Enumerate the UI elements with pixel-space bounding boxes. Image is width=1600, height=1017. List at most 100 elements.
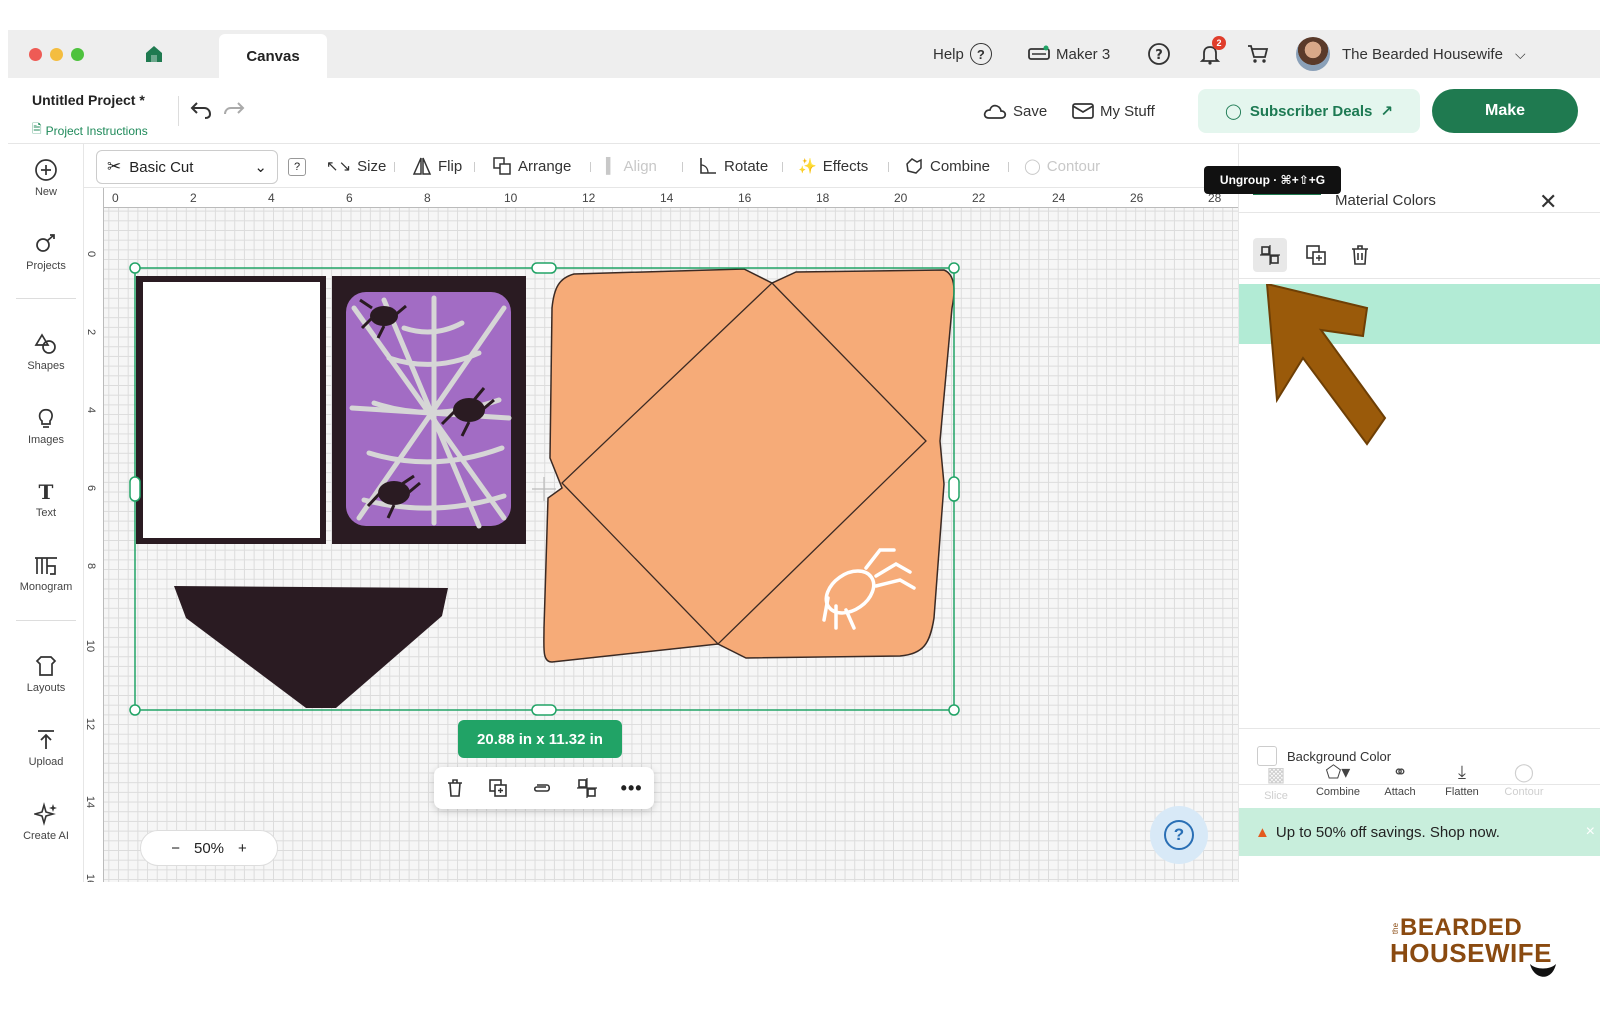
sidebar-divider: [16, 298, 76, 299]
help-circle-icon: ?: [969, 43, 992, 65]
more-options-icon[interactable]: •••: [621, 778, 643, 799]
cart-button[interactable]: [1246, 42, 1270, 66]
machine-icon: [1028, 45, 1050, 60]
combine-button[interactable]: Combine: [904, 154, 990, 178]
ungroup-tooltip: Ungroup · ⌘+⇧+G: [1204, 166, 1341, 194]
align-button[interactable]: ▍ Align: [606, 154, 657, 178]
toolbar-divider: [394, 162, 395, 172]
panel-attach-button[interactable]: ⚭ Attach: [1369, 762, 1431, 798]
sidebar-item-monogram[interactable]: Monogram: [8, 544, 84, 604]
scissors-icon: ✂: [107, 157, 122, 176]
help-label: Help: [933, 45, 964, 63]
panel-divider: [1239, 278, 1600, 279]
ungroup-button[interactable]: [1253, 238, 1287, 272]
sidebar-item-create-ai[interactable]: Create AI: [8, 792, 84, 852]
sidebar-item-new[interactable]: New: [8, 148, 84, 208]
subscriber-deals-button[interactable]: ◯ Subscriber Deals ↗: [1198, 89, 1420, 133]
size-button[interactable]: ↖↘ Size: [326, 154, 386, 178]
envelope-base[interactable]: [543, 268, 955, 663]
left-sidebar: New Projects Shapes Images T Text Monogr…: [8, 144, 84, 882]
tab-canvas[interactable]: Canvas: [219, 34, 327, 78]
design-artwork[interactable]: [84, 188, 1238, 882]
home-icon[interactable]: [144, 44, 164, 69]
chevron-down-icon: ⌵: [1514, 45, 1526, 62]
ungroup-icon: [1260, 245, 1280, 265]
slice-button[interactable]: ▩ Slice: [1245, 762, 1307, 802]
cloud-icon: [983, 104, 1007, 119]
close-promo-button[interactable]: ×: [1586, 823, 1595, 841]
flatten-button[interactable]: ⤓ Flatten: [1431, 762, 1493, 798]
layouts-icon: [35, 656, 57, 676]
cart-icon: [1248, 45, 1269, 63]
edit-toolbar: ✂ Basic Cut ⌄ ? ↖↘ Size Flip Arrange ▍ A…: [84, 144, 1238, 188]
project-instructions-link[interactable]: 🗎 Project Instructions: [32, 120, 148, 141]
sidebar-item-layouts[interactable]: Layouts: [8, 644, 84, 704]
combine-icon: [906, 158, 922, 174]
operation-help-button[interactable]: ?: [288, 158, 306, 176]
make-button[interactable]: Make: [1432, 89, 1578, 133]
divider: [178, 96, 179, 126]
arrange-button[interactable]: Arrange: [492, 154, 571, 178]
user-name: The Bearded Housewife: [1342, 45, 1503, 63]
machine-selector[interactable]: Maker 3: [1028, 42, 1110, 66]
trash-icon[interactable]: [1349, 244, 1371, 266]
trash-icon[interactable]: [445, 778, 465, 798]
panel-contour-button[interactable]: ◯ Contour: [1493, 762, 1555, 798]
notifications-button[interactable]: 2: [1198, 36, 1226, 66]
effects-button[interactable]: ✨ Effects: [798, 154, 868, 178]
close-window-button[interactable]: [29, 48, 42, 61]
toolbar-divider: [590, 162, 591, 172]
save-button[interactable]: Save: [983, 99, 1047, 123]
envelope-pocket-dark[interactable]: [174, 586, 448, 708]
minimize-window-button[interactable]: [50, 48, 63, 61]
my-stuff-button[interactable]: My Stuff: [1072, 99, 1155, 123]
help-fab[interactable]: ?: [1150, 806, 1208, 864]
project-title[interactable]: Untitled Project *: [32, 92, 145, 108]
zoom-level: 50%: [193, 839, 225, 857]
sidebar-item-shapes[interactable]: Shapes: [8, 322, 84, 382]
toolbar-divider: [782, 162, 783, 172]
close-panel-button[interactable]: ✕: [1539, 191, 1557, 213]
maximize-window-button[interactable]: [71, 48, 84, 61]
ungroup-icon[interactable]: [576, 777, 598, 799]
contour-button[interactable]: ◯ Contour: [1024, 154, 1100, 178]
sidebar-item-text[interactable]: T Text: [8, 470, 84, 530]
zoom-out-button[interactable]: −: [171, 840, 180, 857]
flip-icon: [412, 157, 432, 175]
cricut-design-space-window: Canvas Help ? Maker 3 ? 2 The Bearded Ho…: [8, 30, 1600, 882]
selection-context-bar: •••: [434, 767, 654, 809]
help-icon: ?: [1164, 820, 1194, 850]
bearded-housewife-logo: the BEARDED HOUSEWIFE: [1390, 914, 1560, 984]
flip-button[interactable]: Flip: [412, 154, 462, 178]
layers-panel: Material Colors ✕ Ungroup · ⌘+⇧+G Backgr…: [1204, 144, 1600, 882]
sidebar-item-upload[interactable]: Upload: [8, 718, 84, 778]
card-insert-white[interactable]: [136, 276, 326, 544]
design-canvas[interactable]: 0 2 4 6 8 10 12 14 16 18 20 22 24 26 28 …: [84, 188, 1238, 882]
sparkle-icon: [34, 802, 57, 826]
support-chat-button[interactable]: ?: [1147, 42, 1171, 66]
magic-wand-icon: ✨: [798, 158, 817, 175]
align-icon: ▍: [606, 158, 618, 175]
panel-combine-button[interactable]: ⬠▾ Combine: [1307, 762, 1369, 798]
duplicate-icon[interactable]: [1305, 244, 1327, 266]
sidebar-item-images[interactable]: Images: [8, 396, 84, 456]
sidebar-item-projects[interactable]: Projects: [8, 222, 84, 282]
panel-title[interactable]: Material Colors: [1335, 192, 1436, 209]
redo-icon[interactable]: [223, 100, 245, 120]
undo-icon[interactable]: [190, 100, 212, 120]
arrange-icon: [493, 157, 511, 175]
account-menu[interactable]: The Bearded Housewife ⌵: [1296, 37, 1526, 71]
toolbar-divider: [474, 162, 475, 172]
flatten-icon: ⤓: [1458, 762, 1466, 782]
duplicate-icon[interactable]: [488, 778, 508, 798]
selection-size-badge: 20.88 in x 11.32 in: [458, 720, 622, 758]
zoom-in-button[interactable]: +: [238, 840, 247, 857]
operation-select[interactable]: ✂ Basic Cut ⌄: [96, 150, 278, 184]
card-spiderweb[interactable]: [332, 276, 526, 544]
rotate-button[interactable]: Rotate: [698, 154, 768, 178]
promo-banner[interactable]: ▲ Up to 50% off savings. Shop now. ×: [1239, 808, 1600, 856]
mailbox-icon: [1072, 103, 1094, 119]
help-menu[interactable]: Help ?: [933, 42, 992, 66]
plus-circle-icon: [35, 159, 57, 181]
attach-icon[interactable]: [531, 778, 553, 798]
